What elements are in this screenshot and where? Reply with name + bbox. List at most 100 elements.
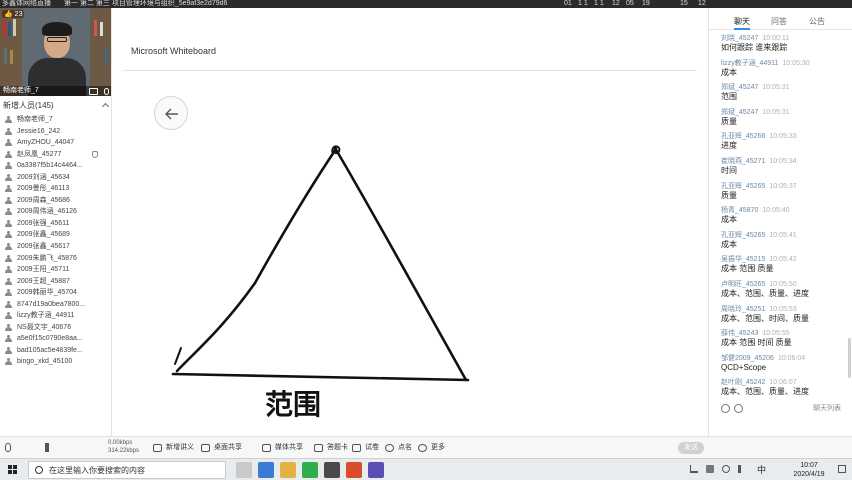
add-handout-label: 新增讲义 — [166, 444, 194, 451]
media-share-button[interactable]: 媒体共享 — [262, 442, 303, 454]
notification-icon[interactable] — [838, 465, 846, 473]
member-count-header[interactable]: 新增人员(145) — [0, 100, 111, 112]
member-list-item[interactable]: 赵凤凰_45277 — [0, 149, 111, 161]
chat-sender[interactable]: 周晓玲_45251 10:05:53 — [721, 305, 851, 314]
microphone-icon[interactable] — [104, 88, 109, 95]
monitor-icon — [201, 444, 210, 452]
member-list-item[interactable]: bad105ac5e4839fe... — [0, 345, 111, 357]
app-icon[interactable] — [368, 462, 384, 478]
microphone-icon[interactable] — [5, 443, 11, 452]
chat-footer: 聊天列表 — [721, 403, 841, 415]
network-icon[interactable] — [722, 465, 730, 473]
taskbar: 在这里输入你要搜索的内容 中 10:07 2020/4/19 — [0, 458, 852, 480]
member-list-item[interactable]: AmyZHOU_44047 — [0, 137, 111, 149]
chat-message: 孔亚辉_45265 10:05:41 成本 — [721, 231, 851, 250]
wechat-icon[interactable] — [302, 462, 318, 478]
member-list-item[interactable]: Jessie16_242 — [0, 126, 111, 138]
whiteboard[interactable]: Microsoft Whiteboard 范围 — [113, 8, 707, 436]
battery-icon[interactable] — [706, 465, 714, 473]
camera-icon[interactable] — [89, 88, 98, 95]
member-list-item[interactable]: 2009韩丽华_45704 — [0, 287, 111, 299]
member-list-item[interactable]: 2009王阳_45711 — [0, 264, 111, 276]
collapse-icon[interactable] — [101, 102, 110, 111]
member-list-item[interactable]: NS聂文宇_40676 — [0, 322, 111, 334]
book — [13, 19, 16, 36]
member-list-item[interactable]: 2009朱鹏飞_45876 — [0, 253, 111, 265]
task-view-icon[interactable] — [236, 462, 252, 478]
chat-sender[interactable]: 杨青_45870 10:05:40 — [721, 206, 851, 215]
chat-sender-name: 郑斌_45247 — [721, 84, 759, 92]
taskbar-search-box[interactable]: 在这里输入你要搜索的内容 — [28, 461, 226, 479]
chat-sender-name: 郑斌_45247 — [721, 108, 759, 116]
roll-call-button[interactable]: 点名 — [385, 442, 412, 454]
windows-start-icon[interactable] — [8, 465, 18, 475]
chat-text: 时间 — [721, 166, 737, 175]
chat-text: 质量 — [721, 190, 737, 200]
member-name: 2009周森_45686 — [17, 196, 70, 204]
user-icon — [4, 127, 13, 135]
member-list-item[interactable]: 2009张鑫_45617 — [0, 241, 111, 253]
answer-card-label: 答题卡 — [327, 444, 348, 451]
desktop-share-button[interactable]: 桌面共享 — [201, 442, 242, 454]
member-list-item[interactable]: 8747d19a0bea7800... — [0, 299, 111, 311]
chat-sender[interactable]: 邹健2009_45206 10:06:04 — [721, 354, 851, 363]
live-app-icon[interactable] — [346, 462, 362, 478]
member-list-item[interactable]: 2009周伟涵_46126 — [0, 206, 111, 218]
member-list-item[interactable]: 2009张鑫_45689 — [0, 229, 111, 241]
upload-rate: 0.00kbps — [108, 440, 133, 446]
member-list-item[interactable]: 2009张强_45611 — [0, 218, 111, 230]
tab-qa[interactable]: 问答 — [771, 16, 787, 28]
chat-sender[interactable]: lizzy教子涵_44911 10:05:30 — [721, 59, 851, 68]
chat-list-link[interactable]: 聊天列表 — [813, 403, 841, 413]
send-button[interactable]: 发送 — [678, 442, 704, 454]
ime-indicator[interactable]: 中 — [757, 463, 766, 476]
chat-sender[interactable]: 刘晓_45247 10:00:11 — [721, 34, 851, 43]
file-explorer-icon[interactable] — [280, 462, 296, 478]
chat-sender[interactable]: 孔亚辉_45265 10:05:37 — [721, 182, 851, 191]
app-icon[interactable] — [324, 462, 340, 478]
teacher-video[interactable]: 👍 23 畅南老师_7 — [0, 8, 111, 96]
more-button[interactable]: 更多 — [418, 442, 445, 454]
member-name: 2009张鑫_45689 — [17, 231, 70, 239]
member-list-item[interactable]: 0a3387f5b14c4464... — [0, 160, 111, 172]
emoji-icon[interactable] — [721, 404, 730, 413]
chat-sender[interactable]: 薛伟_45243 10:05:55 — [721, 329, 851, 338]
add-handout-button[interactable]: 新增讲义 — [153, 442, 194, 454]
member-list-item[interactable]: bingo_xkd_45100 — [0, 356, 111, 368]
member-list-item[interactable]: 2009曼彤_46113 — [0, 183, 111, 195]
user-icon — [4, 196, 13, 204]
system-clock[interactable]: 10:07 2020/4/19 — [784, 461, 834, 479]
chat-text: 成本 范围 时间 质量 — [721, 338, 792, 348]
speaker-icon[interactable] — [45, 443, 52, 452]
chat-sender[interactable]: 郑斌_45247 10:05:31 — [721, 83, 851, 92]
member-list-item[interactable]: a5e0f15c0790e8aa... — [0, 333, 111, 345]
chat-sender[interactable]: 郑斌_45247 10:05:31 — [721, 108, 851, 117]
user-icon — [4, 116, 13, 123]
chat-sender[interactable]: 孔亚辉_45266 10:05:33 — [721, 132, 851, 141]
chat-sender-name: 杨青_45870 — [721, 207, 759, 215]
chat-sender-name: 孔亚辉_45266 — [721, 133, 766, 141]
chat-scrollbar[interactable] — [848, 338, 851, 378]
titlebar-metric: 1 1 — [594, 0, 604, 7]
member-list-item[interactable]: 2009周森_45686 — [0, 195, 111, 207]
member-name: 2009张鑫_45617 — [17, 243, 70, 251]
answer-card-icon — [314, 444, 323, 452]
chat-sender[interactable]: 孔亚辉_45265 10:05:41 — [721, 231, 851, 240]
member-list-item[interactable]: 2009王超_45887 — [0, 276, 111, 288]
member-list-item[interactable]: lizzy教子涵_44911 — [0, 310, 111, 322]
tab-notice[interactable]: 公告 — [809, 16, 825, 28]
volume-icon[interactable] — [738, 465, 746, 473]
network-rate: 0.00kbps 314.22kbps — [108, 439, 139, 455]
chat-sender[interactable]: 卢明旺_45265 10:05:50 — [721, 280, 851, 289]
chat-sender[interactable]: 崔晓燕_45271 10:05:34 — [721, 157, 851, 166]
tab-chat[interactable]: 聊天 — [734, 16, 750, 30]
chat-timestamp: 10:05:50 — [769, 281, 797, 288]
exam-button[interactable]: 试卷 — [352, 442, 379, 454]
member-list-item[interactable]: 2009刘涵_45634 — [0, 172, 111, 184]
flower-icon[interactable] — [734, 404, 743, 413]
member-list-item[interactable]: 畅南老师_7 — [0, 114, 111, 126]
exam-label: 试卷 — [365, 444, 379, 451]
browser-icon[interactable] — [258, 462, 274, 478]
tray-chevron-icon[interactable] — [690, 465, 698, 473]
answer-card-button[interactable]: 答题卡 — [314, 442, 348, 454]
